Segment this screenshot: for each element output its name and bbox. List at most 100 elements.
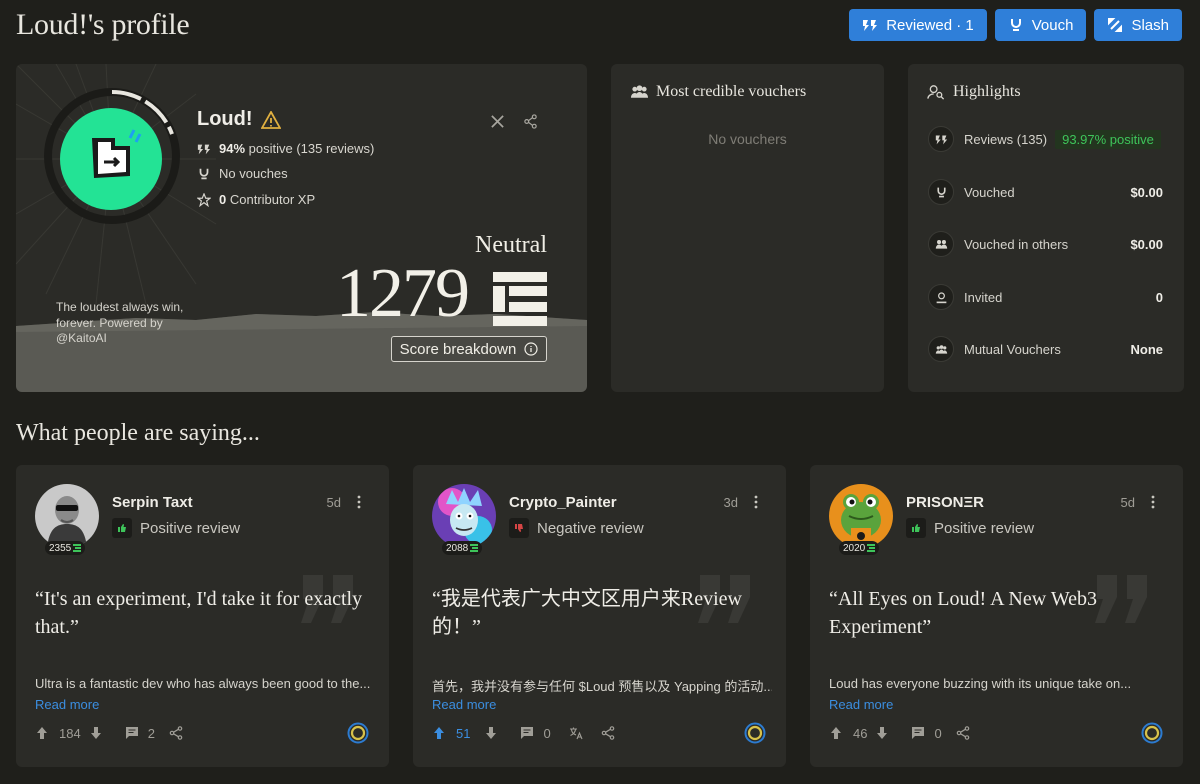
positive-pct: 94% [219, 141, 246, 156]
read-more-link[interactable]: Read more [432, 697, 496, 712]
avatar [60, 108, 162, 210]
highlights-header: Highlights [927, 83, 1021, 101]
highlight-row-vouched: Vouched $0.00 [928, 179, 1163, 205]
highlight-value: $0.00 [1130, 184, 1163, 200]
arrow-down-icon [90, 727, 101, 739]
group-icon [630, 85, 649, 98]
upvote-button[interactable] [432, 726, 446, 740]
arrow-down-icon [486, 727, 497, 739]
review-quote: “我是代表广大中文区用户来Review的！” [432, 588, 742, 638]
comments-button[interactable] [520, 726, 534, 740]
highlight-row-invited: Invited 0 [928, 284, 1163, 310]
downvote-button[interactable] [875, 726, 889, 740]
share-button[interactable] [601, 726, 615, 740]
review-quote: “All Eyes on Loud! A New Web3 Experiment… [829, 588, 1097, 638]
author-score-value: 2355 [49, 542, 72, 554]
share-icon [169, 726, 183, 740]
score-level: Neutral [475, 232, 547, 258]
more-menu-icon[interactable] [1149, 494, 1157, 510]
ethos-badge-icon[interactable] [347, 722, 369, 744]
arrow-up-icon [831, 727, 841, 739]
review-icon [863, 20, 878, 31]
upvote-button[interactable] [35, 726, 49, 740]
review-card: 2020 PRISONΞR 5d Positive review “All Ey… [810, 465, 1183, 767]
highlight-label: Reviews (135) [964, 131, 1048, 147]
highlight-label: Invited [964, 289, 1003, 305]
warning-icon[interactable] [260, 110, 281, 129]
score-breakdown-button[interactable]: Score breakdown [391, 336, 547, 362]
read-more-link[interactable]: Read more [35, 697, 99, 712]
review-body: Ultra is a fantastic dev who has always … [35, 676, 371, 691]
highlights-title: Highlights [953, 83, 1021, 100]
share-icon[interactable] [520, 111, 540, 131]
review-author[interactable]: PRISONΞR [906, 494, 984, 511]
invite-icon [928, 284, 954, 310]
avatar[interactable] [35, 484, 99, 548]
translate-button[interactable] [569, 726, 583, 740]
comments-button[interactable] [911, 726, 925, 740]
vouches-text: No vouches [219, 166, 288, 181]
profile-name-row: Loud! [197, 108, 281, 131]
review-sentiment-label: Negative review [537, 519, 644, 537]
author-score-value: 2088 [446, 542, 469, 554]
vouches-summary: No vouches [197, 166, 288, 181]
score-breakdown-label: Score breakdown [399, 340, 517, 358]
upvote-count: 46 [853, 725, 868, 741]
group-icon [928, 336, 954, 362]
score-value: 1279 [336, 255, 470, 332]
thumbs-up-icon [906, 518, 926, 538]
vouchers-card: Most credible vouchers No vouchers [611, 64, 884, 392]
slash-icon [1108, 18, 1123, 32]
review-card: 2355 Serpin Taxt 5d Positive review “It'… [16, 465, 389, 767]
author-score-value: 2020 [843, 542, 866, 554]
highlight-value: None [1130, 341, 1164, 357]
read-more-link[interactable]: Read more [829, 697, 893, 712]
review-time: 3d [723, 495, 738, 510]
review-actions: 184 2 [35, 724, 183, 742]
highlight-value: 0 [1155, 289, 1163, 305]
reviewed-button[interactable]: Reviewed · 1 [849, 9, 987, 41]
slash-button[interactable]: Slash [1094, 9, 1182, 41]
positive-rest: positive (135 reviews) [248, 141, 375, 156]
downvote-button[interactable] [89, 726, 103, 740]
people-icon [928, 231, 954, 257]
more-menu-icon[interactable] [355, 494, 363, 510]
avatar[interactable] [829, 484, 893, 548]
highlight-row-vouched-in-others: Vouched in others $0.00 [928, 231, 1163, 257]
downvote-button[interactable] [484, 726, 498, 740]
comment-count: 0 [543, 725, 551, 741]
positive-badge: 93.97% positive [1055, 129, 1161, 149]
xp-summary: 0 Contributor XP [197, 192, 315, 207]
comment-icon [912, 727, 925, 739]
avatar[interactable] [432, 484, 496, 548]
ethos-logo-icon [867, 544, 876, 552]
slash-button-label: Slash [1131, 16, 1169, 34]
ethos-badge-icon[interactable] [744, 722, 766, 744]
author-score: 2355 [45, 541, 86, 555]
review-author[interactable]: Serpin Taxt [112, 494, 193, 511]
review-body: Loud has everyone buzzing with its uniqu… [829, 676, 1132, 691]
comment-icon [521, 727, 534, 739]
highlights-card: Highlights Reviews (135) 93.97% positive… [908, 64, 1184, 392]
more-menu-icon[interactable] [752, 494, 760, 510]
thumbs-up-icon [112, 518, 132, 538]
arrow-up-icon [37, 727, 47, 739]
vouch-button[interactable]: Vouch [994, 9, 1087, 41]
comments-button[interactable] [125, 726, 139, 740]
vouch-icon [928, 179, 954, 205]
review-sentiment: Positive review [112, 518, 240, 538]
x-icon[interactable] [487, 111, 507, 131]
upvote-button[interactable] [829, 726, 843, 740]
share-button[interactable] [169, 726, 183, 740]
review-author[interactable]: Crypto_Painter [509, 494, 617, 511]
review-quote: “It's an experiment, I'd take it for exa… [35, 588, 363, 638]
ethos-badge-icon[interactable] [1141, 722, 1163, 744]
share-icon [601, 726, 615, 740]
upvote-count: 51 [456, 725, 471, 741]
ethos-logo-icon [493, 272, 547, 326]
profile-tagline: The loudest always win, forever. Powered… [56, 300, 184, 345]
profile-card: Loud! 94% positive (135 reviews) No vouc… [16, 64, 587, 392]
share-button[interactable] [956, 726, 970, 740]
arrow-up-icon [434, 727, 444, 739]
person-search-icon [927, 85, 945, 100]
